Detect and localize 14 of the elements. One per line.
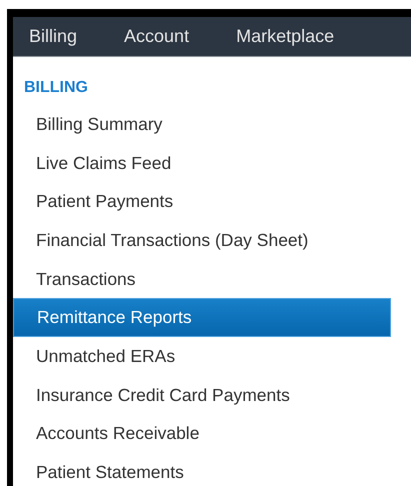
menu-item[interactable]: Patient Statements <box>13 453 391 486</box>
menu-item[interactable]: Billing Summary <box>13 105 391 144</box>
menu-item[interactable]: Insurance Credit Card Payments <box>13 376 391 414</box>
nav-tab[interactable]: Account <box>124 26 190 47</box>
menu-item[interactable]: Unmatched ERAs <box>13 337 391 376</box>
menu-item[interactable]: Accounts Receivable <box>13 414 391 454</box>
menu-item[interactable]: Financial Transactions (Day Sheet) <box>13 221 391 260</box>
section-heading: BILLING <box>23 78 89 98</box>
menu-item[interactable]: Remittance Reports <box>13 298 391 338</box>
menu-item[interactable]: Patient Payments <box>13 182 391 222</box>
menu-item[interactable]: Live Claims Feed <box>13 144 391 182</box>
nav-tab[interactable]: Billing <box>29 26 78 47</box>
nav-tab[interactable]: Marketplace <box>236 26 334 47</box>
menu-item[interactable]: Transactions <box>13 260 391 298</box>
